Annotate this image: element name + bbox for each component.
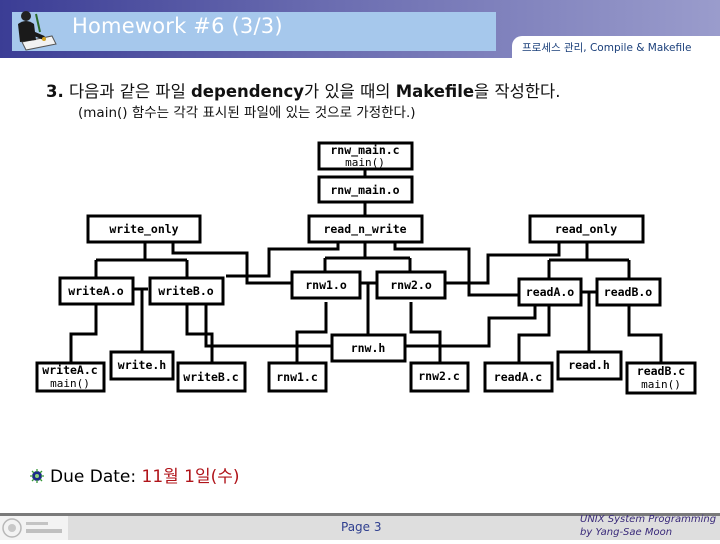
connector <box>627 304 663 362</box>
connector <box>69 302 98 362</box>
node-rnw2-c: rnw2.c <box>409 361 470 393</box>
node-label: rnw_main.o <box>330 183 399 198</box>
node-label: write.h <box>118 358 167 372</box>
connector <box>581 290 597 352</box>
node-label: rnw1.c <box>276 370 318 384</box>
connector <box>295 302 328 362</box>
node-readB-c: readB.c main() <box>625 361 697 395</box>
node-sublabel: main() <box>641 378 681 391</box>
node-label: writeA.c <box>42 363 97 377</box>
node-label: writeA.o <box>68 284 123 298</box>
node-readA-o: readA.o <box>517 277 583 307</box>
node-read-only: read_only <box>528 214 645 244</box>
node-readB-o: readB.o <box>595 277 662 307</box>
bullet-gear-icon <box>30 469 44 483</box>
node-label: readB.c <box>637 364 685 378</box>
node-readA-c: readA.c <box>483 361 554 393</box>
node-write-only: write_only <box>86 214 202 244</box>
node-writeB-c: writeB.c <box>176 361 247 393</box>
node-writeB-o: writeB.o <box>148 276 225 306</box>
university-seal-icon <box>2 518 62 538</box>
node-rnw1-o: rnw1.o <box>290 270 362 300</box>
due-date: Due Date: 11월 1일(수) <box>30 462 240 487</box>
connector <box>409 302 442 362</box>
node-rnw-h: rnw.h <box>330 333 407 363</box>
course-credit: UNIX System Programming by Yang-Sae Moon <box>580 513 716 539</box>
node-label: rnw2.o <box>390 278 432 292</box>
node-label: readA.o <box>526 285 575 299</box>
node-label: rnw1.o <box>305 278 347 292</box>
connector <box>445 241 561 285</box>
credit-line-author: by Yang-Sae Moon <box>580 527 673 538</box>
node-rnw-main-c: rnw_main.c main() <box>317 141 414 171</box>
university-logo <box>0 516 68 540</box>
due-date-label: Due Date: <box>50 467 142 487</box>
connector <box>547 241 631 281</box>
node-sublabel: main() <box>345 156 385 169</box>
node-rnw2-o: rnw2.o <box>375 270 447 300</box>
node-label: rnw.h <box>351 341 386 355</box>
node-label: read_n_write <box>323 222 406 237</box>
node-label: writeB.o <box>158 284 213 298</box>
connector <box>204 302 333 348</box>
node-label: read.h <box>568 358 610 372</box>
node-label: writeB.c <box>183 370 238 384</box>
node-rnw1-c: rnw1.c <box>267 361 328 393</box>
page-number: Page 3 <box>341 520 382 534</box>
node-writeA-o: writeA.o <box>58 276 135 306</box>
credit-line-course: UNIX System Programming <box>580 514 717 525</box>
connector <box>185 302 214 363</box>
node-read-n-write: read_n_write <box>307 214 424 244</box>
node-label: readA.c <box>494 370 542 384</box>
node-writeA-c: writeA.c main() <box>35 361 106 393</box>
node-label: write_only <box>109 222 178 237</box>
node-label: rnw2.c <box>418 369 460 383</box>
node-rnw-main-o: rnw_main.o <box>317 175 414 204</box>
node-label: readB.o <box>604 285 653 299</box>
node-sublabel: main() <box>50 377 90 390</box>
node-write-h: write.h <box>109 350 175 381</box>
due-date-value: 11월 1일(수) <box>141 467 240 487</box>
connector <box>360 281 378 337</box>
connector <box>404 304 537 348</box>
node-label: read_only <box>555 222 617 237</box>
dependency-diagram: rnw_main.c main() rnw_main.o write_only … <box>35 141 697 395</box>
connector <box>134 287 148 354</box>
node-read-h: read.h <box>556 350 623 381</box>
